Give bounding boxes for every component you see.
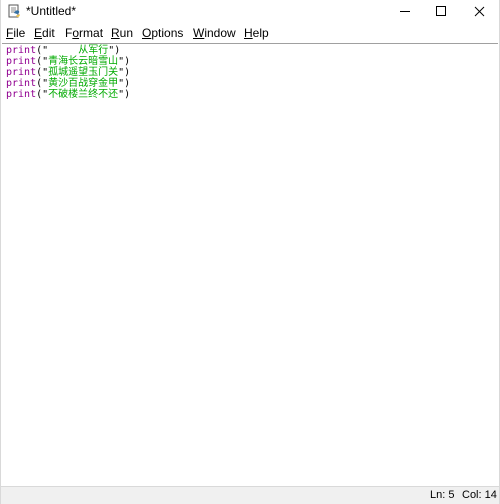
- code-line-2: print("青海长云暗雪山"): [6, 56, 131, 67]
- menu-file[interactable]: File: [6, 26, 25, 40]
- code-line-3: print("孤城遥望玉门关"): [6, 67, 131, 78]
- close-icon: [474, 6, 485, 17]
- line-number-indicator: Ln: 5: [430, 489, 455, 501]
- menu-options[interactable]: Options: [142, 26, 183, 40]
- maximize-button[interactable]: [423, 0, 459, 23]
- code-line-4: print("黄沙百战穿金甲"): [6, 78, 131, 89]
- menu-window[interactable]: Window: [193, 26, 236, 40]
- menu-help[interactable]: Help: [244, 26, 269, 40]
- column-number-indicator: Col: 14: [462, 489, 497, 501]
- window-title: *Untitled*: [26, 4, 77, 18]
- title-bar[interactable]: *Untitled*: [1, 0, 499, 23]
- minimize-button[interactable]: [387, 0, 423, 23]
- menu-bar: File Edit Format Run Options Window Help: [1, 23, 499, 43]
- python-idle-icon[interactable]: [7, 4, 22, 19]
- idle-editor-window: *Untitled* File Edit Format Run Options …: [0, 0, 500, 504]
- code-editor[interactable]: print(" 从军行") print("青海长云暗雪山") print("孤城…: [2, 43, 498, 486]
- code-line-1: print(" 从军行"): [6, 45, 121, 56]
- status-bar: Ln: 5 Col: 14: [1, 486, 499, 504]
- maximize-icon: [436, 6, 446, 16]
- menu-run[interactable]: Run: [111, 26, 133, 40]
- menu-format[interactable]: Format: [65, 26, 103, 40]
- code-line-5: print("不破楼兰终不还"): [6, 89, 131, 100]
- minimize-icon: [400, 11, 410, 12]
- close-button[interactable]: [461, 0, 497, 23]
- menu-edit[interactable]: Edit: [34, 26, 55, 40]
